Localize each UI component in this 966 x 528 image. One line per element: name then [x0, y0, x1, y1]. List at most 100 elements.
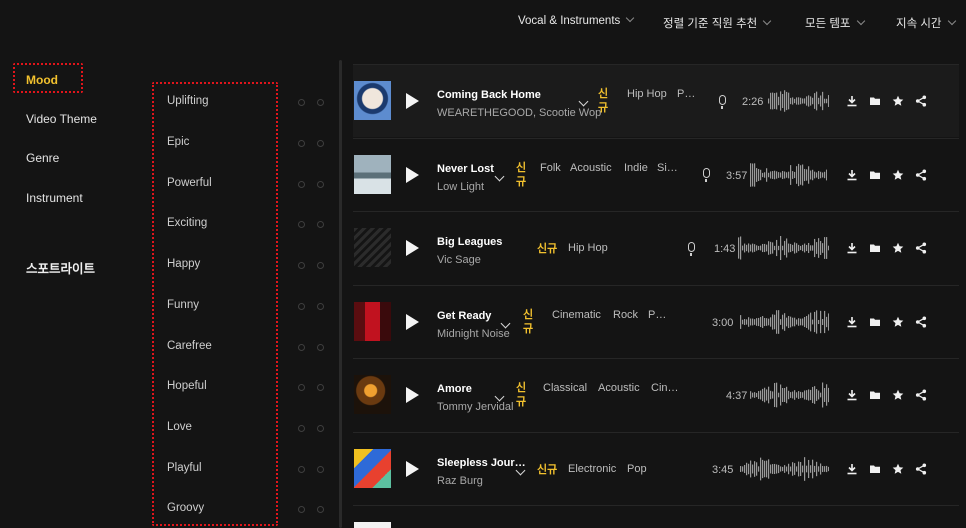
spotlight-link[interactable]: 스포트라이트	[26, 258, 95, 277]
filter-sort[interactable]: 정렬 기준 직원 추천	[663, 15, 772, 31]
chevron-down-icon[interactable]	[500, 318, 511, 329]
include-toggle-icon[interactable]	[298, 262, 305, 269]
exclude-toggle-icon[interactable]	[317, 466, 324, 473]
share-icon[interactable]	[915, 316, 927, 328]
track-row[interactable]: Coming Back Home WEARETHEGOOD, Scootie Wo…	[353, 64, 959, 137]
folder-icon[interactable]	[869, 389, 881, 401]
track-title[interactable]: Amore	[437, 383, 472, 395]
star-icon[interactable]	[892, 95, 904, 107]
play-icon[interactable]	[406, 387, 419, 403]
mood-item[interactable]: Exciting	[167, 217, 207, 229]
genre-tag[interactable]: Pop	[627, 463, 647, 475]
play-icon[interactable]	[406, 314, 419, 330]
star-icon[interactable]	[892, 169, 904, 181]
waveform[interactable]	[740, 304, 830, 340]
include-toggle-icon[interactable]	[298, 303, 305, 310]
exclude-toggle-icon[interactable]	[317, 384, 324, 391]
folder-icon[interactable]	[869, 316, 881, 328]
genre-tag[interactable]: Hip Hop	[627, 88, 667, 100]
share-icon[interactable]	[915, 95, 927, 107]
mood-item[interactable]: Carefree	[167, 340, 212, 352]
exclude-toggle-icon[interactable]	[317, 181, 324, 188]
track-row[interactable]: Never Lost Low Light 신 규 Folk Acoustic Indie S…	[353, 138, 959, 211]
mood-item[interactable]: Epic	[167, 136, 189, 148]
track-row[interactable]: Get Ready Midnight Noise 신 규 Cinematic Rock P…	[353, 285, 959, 358]
genre-tag[interactable]: P…	[648, 309, 666, 321]
genre-tag[interactable]: Acoustic	[570, 162, 612, 174]
play-icon[interactable]	[406, 167, 419, 183]
exclude-toggle-icon[interactable]	[317, 303, 324, 310]
waveform[interactable]	[768, 83, 830, 119]
track-artist[interactable]: WEARETHEGOOD, Scootie Wop	[437, 107, 601, 119]
mood-item[interactable]: Funny	[167, 299, 199, 311]
track-title[interactable]: Coming Back Home	[437, 89, 541, 101]
download-icon[interactable]	[846, 389, 858, 401]
star-icon[interactable]	[892, 242, 904, 254]
share-icon[interactable]	[915, 169, 927, 181]
include-toggle-icon[interactable]	[298, 466, 305, 473]
track-title[interactable]: Get Ready	[437, 310, 491, 322]
include-toggle-icon[interactable]	[298, 344, 305, 351]
category-genre[interactable]: Genre	[26, 151, 59, 165]
chevron-down-icon[interactable]	[494, 391, 505, 402]
folder-icon[interactable]	[869, 95, 881, 107]
track-title[interactable]: Never Lost	[437, 163, 494, 175]
mood-item[interactable]: Happy	[167, 258, 200, 270]
genre-tag[interactable]: Rock	[613, 309, 638, 321]
genre-tag[interactable]: P…	[677, 88, 695, 100]
play-icon[interactable]	[406, 93, 419, 109]
waveform[interactable]	[738, 230, 830, 266]
star-icon[interactable]	[892, 463, 904, 475]
play-icon[interactable]	[406, 240, 419, 256]
track-row[interactable]	[353, 505, 959, 528]
include-toggle-icon[interactable]	[298, 140, 305, 147]
download-icon[interactable]	[846, 463, 858, 475]
category-instrument[interactable]: Instrument	[26, 191, 83, 205]
mood-item[interactable]: Groovy	[167, 502, 204, 514]
mood-item[interactable]: Love	[167, 421, 192, 433]
track-artist[interactable]: Midnight Noise	[437, 328, 510, 340]
genre-tag[interactable]: Folk	[540, 162, 561, 174]
mood-item[interactable]: Uplifting	[167, 95, 209, 107]
share-icon[interactable]	[915, 389, 927, 401]
star-icon[interactable]	[892, 389, 904, 401]
play-icon[interactable]	[406, 461, 419, 477]
scrollbar[interactable]	[339, 60, 342, 528]
genre-tag[interactable]: Indie	[624, 162, 648, 174]
download-icon[interactable]	[846, 242, 858, 254]
star-icon[interactable]	[892, 316, 904, 328]
exclude-toggle-icon[interactable]	[317, 99, 324, 106]
track-artist[interactable]: Low Light	[437, 181, 484, 193]
include-toggle-icon[interactable]	[298, 99, 305, 106]
include-toggle-icon[interactable]	[298, 506, 305, 513]
filter-duration[interactable]: 지속 시간	[896, 15, 956, 31]
category-video-theme[interactable]: Video Theme	[26, 112, 97, 126]
folder-icon[interactable]	[869, 169, 881, 181]
track-artist[interactable]: Vic Sage	[437, 254, 481, 266]
exclude-toggle-icon[interactable]	[317, 140, 324, 147]
download-icon[interactable]	[846, 316, 858, 328]
folder-icon[interactable]	[869, 242, 881, 254]
folder-icon[interactable]	[869, 463, 881, 475]
genre-tag[interactable]: Cin…	[651, 382, 679, 394]
waveform[interactable]	[750, 157, 828, 193]
genre-tag[interactable]: Hip Hop	[568, 242, 608, 254]
filter-tempo[interactable]: 모든 템포	[805, 15, 865, 31]
mood-item[interactable]: Hopeful	[167, 380, 207, 392]
include-toggle-icon[interactable]	[298, 425, 305, 432]
mood-item[interactable]: Powerful	[167, 177, 212, 189]
filter-vocal-instruments[interactable]: Vocal & Instruments	[518, 13, 635, 27]
download-icon[interactable]	[846, 169, 858, 181]
genre-tag[interactable]: Si…	[657, 162, 678, 174]
genre-tag[interactable]: Electronic	[568, 463, 616, 475]
track-artist[interactable]: Raz Burg	[437, 475, 483, 487]
include-toggle-icon[interactable]	[298, 181, 305, 188]
download-icon[interactable]	[846, 95, 858, 107]
include-toggle-icon[interactable]	[298, 221, 305, 228]
track-row[interactable]: Sleepless Jour… Raz Burg 신규 Electronic Pop 3:…	[353, 432, 959, 505]
genre-tag[interactable]: Cinematic	[552, 309, 601, 321]
track-row[interactable]: Big Leagues Vic Sage 신규 Hip Hop 1:43	[353, 211, 959, 284]
exclude-toggle-icon[interactable]	[317, 221, 324, 228]
track-title[interactable]: Big Leagues	[437, 236, 502, 248]
track-row[interactable]: Amore Tommy Jervidal 신 규 Classical Acoustic C…	[353, 358, 959, 431]
